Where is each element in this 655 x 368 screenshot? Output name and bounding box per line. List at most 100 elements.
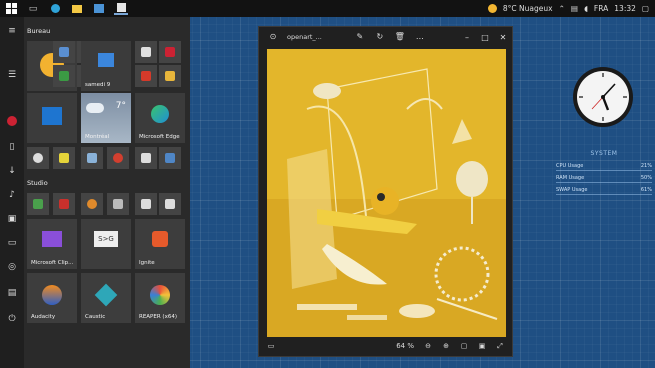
caustic-label: Caustic bbox=[85, 314, 106, 320]
system-monitor-gadget: SYSTEM CPU Usage 21% RAM Usage 50% SWAP … bbox=[556, 150, 652, 199]
fit-window-icon[interactable]: ▢ bbox=[458, 340, 470, 352]
documents-icon[interactable]: ▯ bbox=[6, 141, 18, 153]
photo-image[interactable] bbox=[267, 49, 506, 337]
actual-size-icon[interactable]: ▣ bbox=[476, 340, 488, 352]
edit-icon[interactable]: ✎ bbox=[354, 31, 366, 43]
maps-pin-icon bbox=[113, 153, 123, 163]
ignite-label: Ignite bbox=[139, 260, 155, 266]
videos-icon[interactable]: ▭ bbox=[6, 237, 18, 249]
weather-icon bbox=[487, 4, 497, 13]
mini-tile-14[interactable] bbox=[159, 147, 181, 169]
tile-microsoft-clipchamp[interactable]: Microsoft Clip... bbox=[27, 219, 77, 269]
mini-tile-18[interactable] bbox=[107, 193, 129, 215]
volume-icon[interactable]: ◖ bbox=[584, 4, 588, 13]
ignite-icon bbox=[152, 231, 168, 247]
more-icon[interactable]: … bbox=[414, 31, 426, 43]
chevron-up-icon[interactable]: ⌃ bbox=[559, 4, 565, 13]
sg-app-icon: S>G bbox=[94, 231, 118, 247]
weather-temp-label: 7° bbox=[115, 101, 126, 111]
pictures-icon[interactable]: ▣ bbox=[6, 213, 18, 225]
photos-icon bbox=[94, 4, 104, 13]
tile-reaper[interactable]: REAPER (x64) bbox=[135, 273, 185, 323]
mini-tile-15[interactable] bbox=[27, 193, 49, 215]
zoom-level[interactable]: 64 % bbox=[396, 342, 414, 350]
tile-outlook[interactable] bbox=[27, 93, 77, 143]
mini-tile-8[interactable] bbox=[159, 65, 181, 87]
fullscreen-icon[interactable]: ⤢ bbox=[494, 340, 506, 352]
analog-clock-gadget bbox=[572, 66, 634, 128]
mini-tile-12[interactable] bbox=[107, 147, 129, 169]
mini-tile-13[interactable] bbox=[135, 147, 157, 169]
active-app-taskbar-button[interactable] bbox=[114, 2, 128, 15]
clock-face-icon bbox=[573, 67, 633, 127]
sysmon-value: 61% bbox=[640, 187, 652, 193]
mini-tile-20[interactable] bbox=[159, 193, 181, 215]
all-apps-icon[interactable]: ☰ bbox=[6, 69, 18, 81]
mini-tile-11[interactable] bbox=[81, 147, 103, 169]
user-avatar-icon[interactable] bbox=[6, 115, 18, 127]
edge-taskbar-button[interactable] bbox=[48, 2, 62, 15]
close-button[interactable]: ✕ bbox=[494, 33, 512, 42]
notification-icon[interactable]: ▢ bbox=[642, 4, 649, 13]
mini-tile-17[interactable] bbox=[81, 193, 103, 215]
sysmon-value: 21% bbox=[640, 163, 652, 169]
mini-tile-10[interactable] bbox=[53, 147, 75, 169]
mini-tile-5[interactable] bbox=[135, 41, 157, 63]
sysmon-title: SYSTEM bbox=[590, 150, 618, 157]
windows-icon bbox=[5, 3, 17, 14]
start-button[interactable] bbox=[4, 2, 18, 15]
mini-tile-6[interactable] bbox=[159, 41, 181, 63]
photo-viewer-window: ⊙ openart_... ✎ ↻ 🗑 … – □ ✕ ▭ 64 % ⊖ ⊕ ▢… bbox=[258, 26, 513, 357]
task-view-button[interactable]: ▭ bbox=[26, 2, 40, 15]
zoom-out-icon[interactable]: ⊖ bbox=[422, 340, 434, 352]
tile-sg-app[interactable]: S>G bbox=[81, 219, 131, 269]
app-logo-icon: ⊙ bbox=[269, 32, 277, 41]
mini-tile-7[interactable] bbox=[135, 65, 157, 87]
mini-tile-16[interactable] bbox=[53, 193, 75, 215]
tile-weather[interactable]: 7° Montréal bbox=[81, 93, 131, 143]
viewer-titlebar[interactable]: ⊙ openart_... ✎ ↻ 🗑 … – □ ✕ bbox=[259, 27, 512, 47]
tile-caustic[interactable]: Caustic bbox=[81, 273, 131, 323]
tile-calendar[interactable]: samedi 9 bbox=[81, 41, 131, 91]
clipchamp-label: Microsoft Clip... bbox=[31, 260, 74, 266]
edge-icon bbox=[50, 4, 60, 13]
network-folder-icon[interactable]: ◎ bbox=[6, 261, 18, 273]
power-icon[interactable]: ⏻ bbox=[6, 313, 18, 325]
maximize-button[interactable]: □ bbox=[476, 33, 494, 42]
photos-taskbar-button[interactable] bbox=[92, 2, 106, 15]
task-view-icon: ▭ bbox=[28, 3, 38, 14]
app-icon bbox=[59, 153, 69, 163]
flash-icon bbox=[141, 71, 151, 81]
filmstrip-icon[interactable]: ▭ bbox=[265, 340, 277, 352]
viewer-bottombar: ▭ 64 % ⊖ ⊕ ▢ ▣ ⤢ bbox=[259, 336, 512, 356]
personal-folder-icon[interactable]: ▤ bbox=[6, 287, 18, 299]
app-icon bbox=[59, 199, 69, 209]
downloads-icon[interactable]: ↓ bbox=[6, 165, 18, 177]
minimize-button[interactable]: – bbox=[458, 33, 476, 42]
tile-ignite[interactable]: Ignite bbox=[135, 219, 185, 269]
app-icon bbox=[141, 153, 151, 163]
zoom-in-icon[interactable]: ⊕ bbox=[440, 340, 452, 352]
cloud-icon bbox=[86, 103, 104, 113]
tile-audacity[interactable]: Audacity bbox=[27, 273, 77, 323]
folder-taskbar-button[interactable] bbox=[70, 2, 84, 15]
delete-icon[interactable]: 🗑 bbox=[394, 31, 406, 43]
rotate-icon[interactable]: ↻ bbox=[374, 31, 386, 43]
mini-tile-1[interactable] bbox=[53, 41, 75, 63]
mini-tile-19[interactable] bbox=[135, 193, 157, 215]
app-icon bbox=[87, 199, 97, 209]
clock-text[interactable]: 13:32 bbox=[614, 4, 636, 13]
mini-tile-3[interactable] bbox=[53, 65, 75, 87]
reaper-label: REAPER (x64) bbox=[139, 314, 177, 320]
weather-text[interactable]: 8°C Nuageux bbox=[503, 4, 553, 13]
music-icon[interactable]: ♪ bbox=[6, 189, 18, 201]
network-icon[interactable]: ▤ bbox=[571, 4, 578, 13]
language-indicator[interactable]: FRA bbox=[594, 4, 608, 13]
sysmon-label: CPU Usage bbox=[556, 163, 584, 169]
mini-tile-9[interactable] bbox=[27, 147, 49, 169]
edge-icon bbox=[151, 105, 169, 123]
taskbar: ▭ 8°C Nuageux ⌃ ▤ ◖ FRA 13:32 ▢ bbox=[0, 0, 655, 17]
sysmon-row-ram: RAM Usage 50% bbox=[556, 175, 652, 183]
tile-microsoft-edge[interactable]: Microsoft Edge bbox=[135, 93, 185, 143]
hamburger-icon[interactable]: ≡ bbox=[6, 25, 18, 37]
